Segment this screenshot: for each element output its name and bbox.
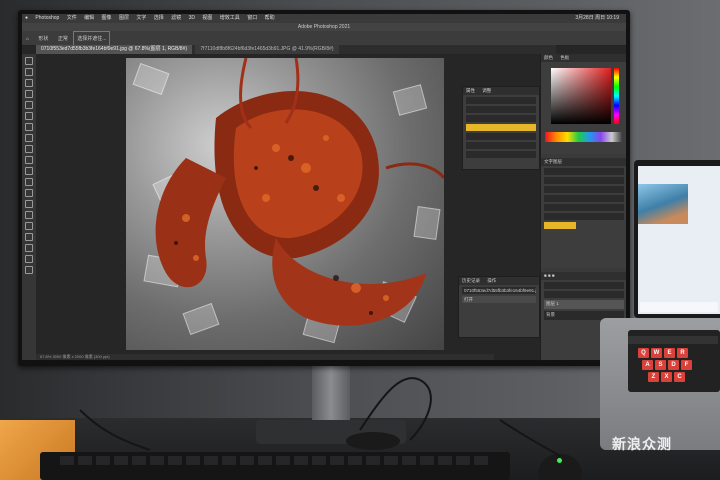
cables: [79, 377, 561, 457]
watermark: 新浪众测: [612, 437, 672, 453]
